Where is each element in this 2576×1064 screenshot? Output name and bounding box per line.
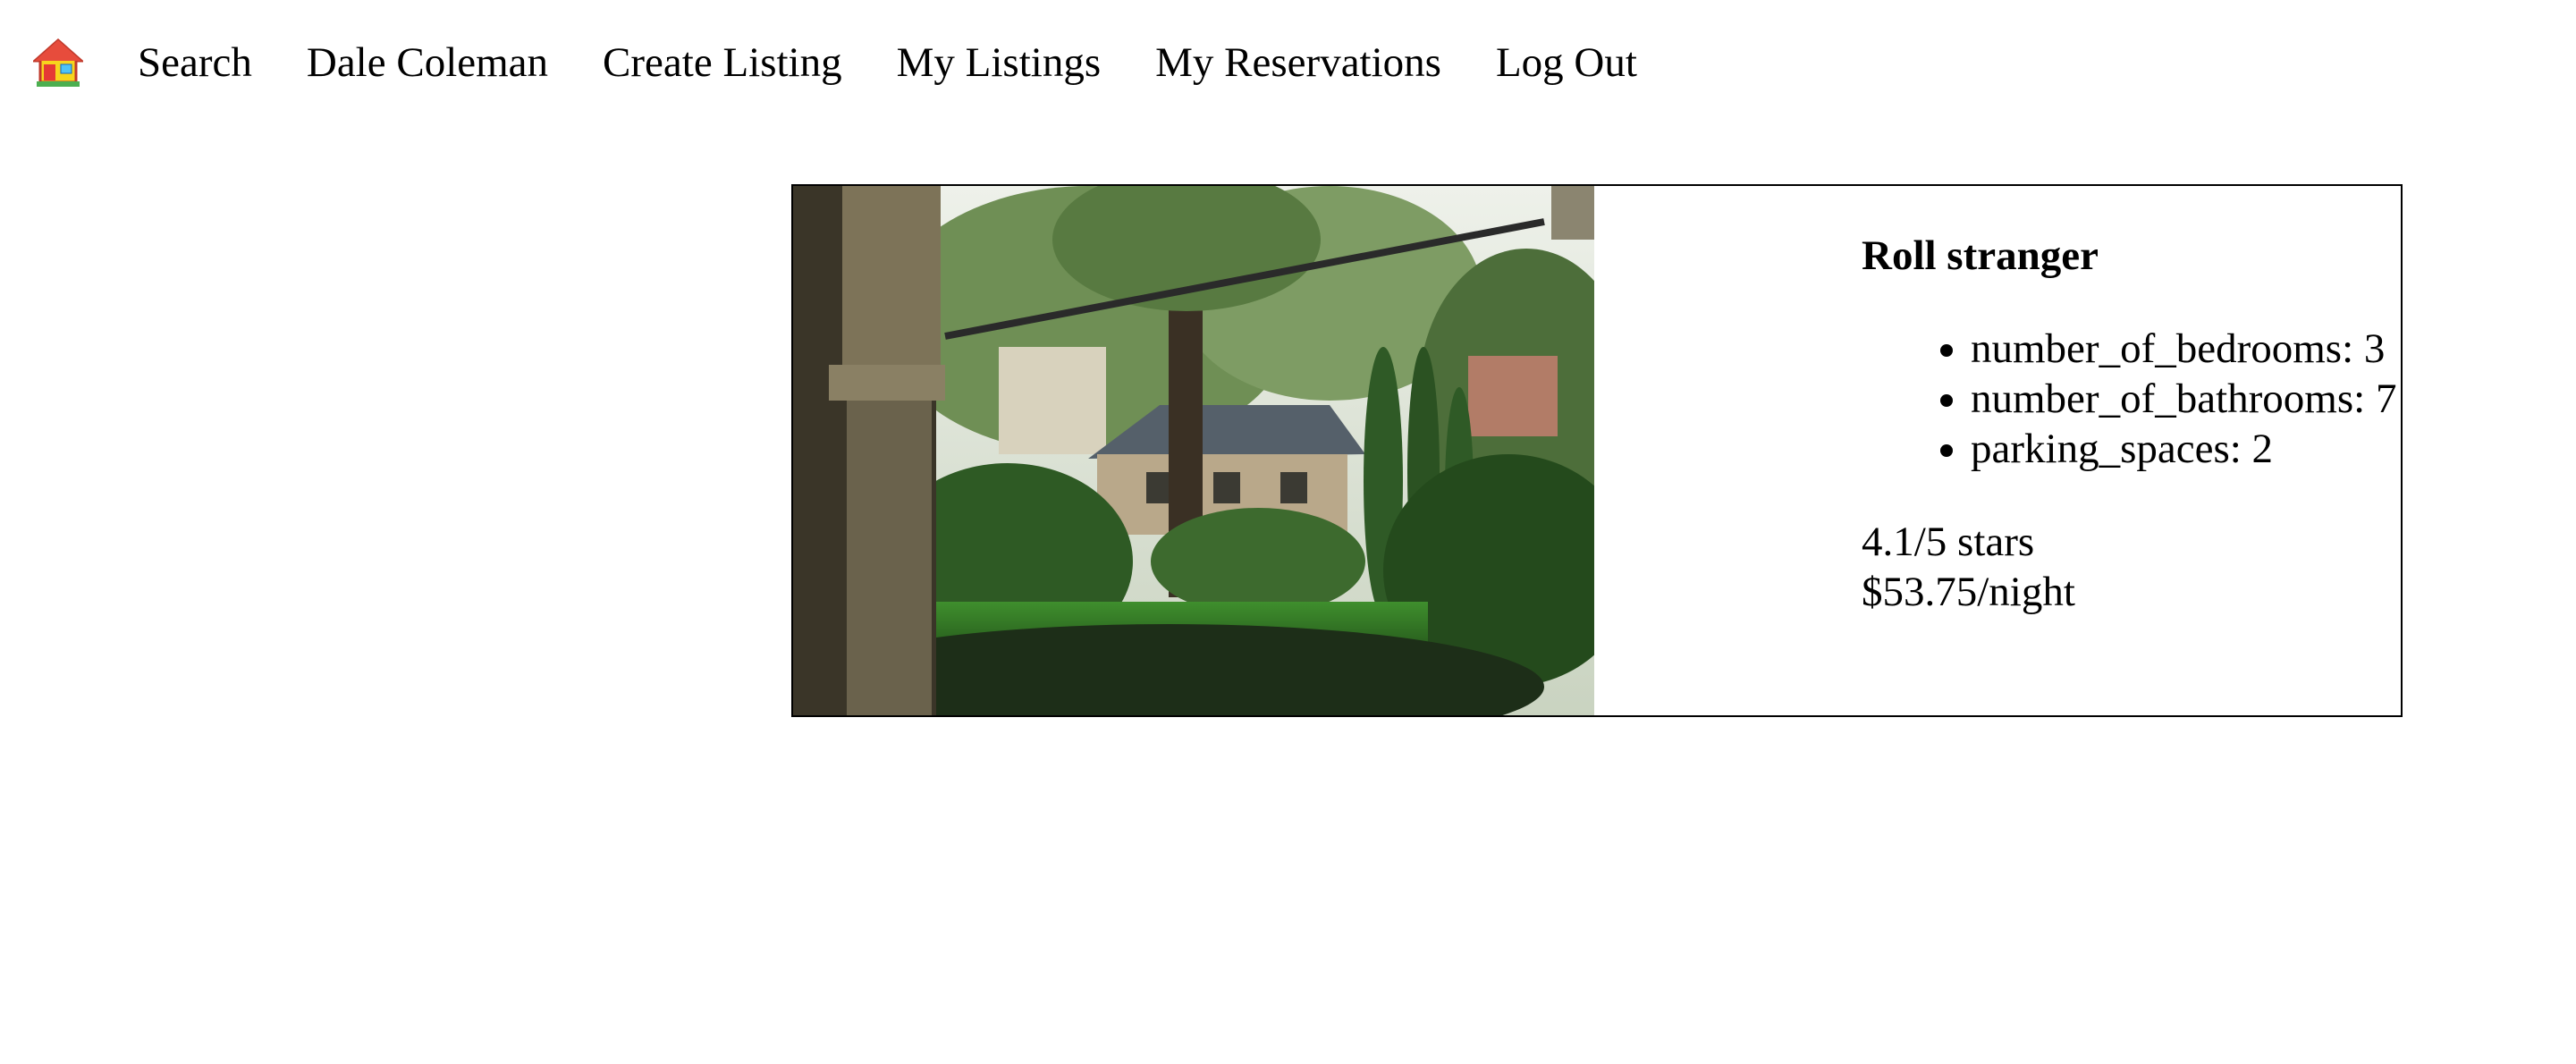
feature-bedrooms: number_of_bedrooms: 3 xyxy=(1971,324,2396,374)
nav-profile[interactable]: Dale Coleman xyxy=(307,41,548,84)
feature-list: number_of_bedrooms: 3 number_of_bathroom… xyxy=(1862,324,2396,474)
nav-log-out[interactable]: Log Out xyxy=(1496,41,1637,84)
nav-create-listing[interactable]: Create Listing xyxy=(603,41,842,84)
listing-price: $53.75/night xyxy=(1862,569,2075,615)
feature-bathrooms: number_of_bathrooms: 7 xyxy=(1971,374,2396,424)
listing-photo xyxy=(793,186,1594,715)
listing-title[interactable]: Roll stranger xyxy=(1862,231,2099,281)
nav-search[interactable]: Search xyxy=(138,41,252,84)
feature-parking: parking_spaces: 2 xyxy=(1971,424,2396,474)
listing-card[interactable]: Roll stranger number_of_bedrooms: 3 numb… xyxy=(791,184,2403,717)
top-nav: Search Dale Coleman Create Listing My Li… xyxy=(33,33,1692,92)
listing-rating: 4.1/5 stars xyxy=(1862,519,2035,565)
nav-my-reservations[interactable]: My Reservations xyxy=(1155,41,1441,84)
home-link[interactable] xyxy=(33,38,83,88)
nav-my-listings[interactable]: My Listings xyxy=(897,41,1102,84)
house-icon xyxy=(33,38,83,87)
